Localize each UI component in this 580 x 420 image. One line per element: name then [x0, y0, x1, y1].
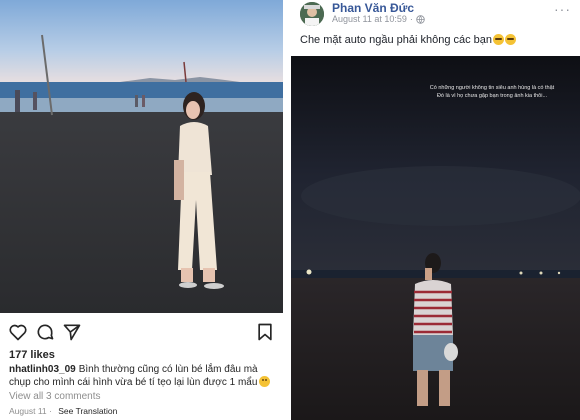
bookmark-icon[interactable] [255, 322, 275, 342]
author-avatar[interactable] [300, 2, 324, 26]
more-icon[interactable]: ··· [554, 1, 571, 17]
photo-overlay-text: Có những người không tin siêu anh hùng l… [407, 84, 577, 100]
post-date[interactable]: August 11 [9, 406, 47, 416]
globe-icon[interactable] [416, 14, 425, 24]
instagram-photo[interactable] [0, 0, 283, 313]
post-timestamp[interactable]: August 11 at 10:59 [332, 14, 407, 24]
author-name[interactable]: Phan Văn Đức [332, 1, 414, 15]
post-text: Che mặt auto ngầu phải không các bạn [300, 34, 517, 46]
post-text-content: Che mặt auto ngầu phải không các bạn [300, 34, 493, 46]
heart-icon[interactable] [8, 322, 28, 342]
facebook-post: Phan Văn Đức August 11 at 10:59 · ··· Ch… [289, 0, 580, 420]
meta-separator: · [409, 14, 413, 24]
overlay-line-1: Có những người không tin siêu anh hùng l… [429, 85, 555, 91]
post-dateline: August 11 · See Translation [9, 406, 117, 416]
beach-photo-daytime [0, 0, 283, 313]
avatar-image [300, 2, 324, 26]
instagram-post: 177 likes nhatlinh03_09 Bình thường cũng … [0, 0, 286, 420]
overlay-line-2: Đó là vì họ chưa gặp bạn trong ảnh kia t… [436, 93, 548, 99]
share-icon[interactable] [62, 322, 82, 342]
dateline-separator: · [49, 406, 52, 416]
like-count[interactable]: 177 likes [9, 349, 55, 361]
screenshot-root: 177 likes nhatlinh03_09 Bình thường cũng … [0, 0, 580, 420]
view-all-comments-link[interactable]: View all 3 comments [9, 391, 101, 402]
see-translation-link[interactable]: See Translation [58, 406, 117, 416]
sweat-smile-emoji-icon [259, 376, 271, 387]
beach-photo-night [291, 56, 580, 420]
grimace-emoji-icon [505, 34, 517, 45]
post-meta: August 11 at 10:59 · [332, 14, 425, 24]
comment-icon[interactable] [35, 322, 55, 342]
facebook-photo[interactable] [291, 56, 580, 420]
caption-username[interactable]: nhatlinh03_09 [9, 364, 76, 375]
instagram-action-bar [0, 318, 283, 346]
post-caption: nhatlinh03_09 Bình thường cũng có lùn bé … [9, 363, 277, 389]
grimace-emoji-icon [493, 34, 505, 45]
